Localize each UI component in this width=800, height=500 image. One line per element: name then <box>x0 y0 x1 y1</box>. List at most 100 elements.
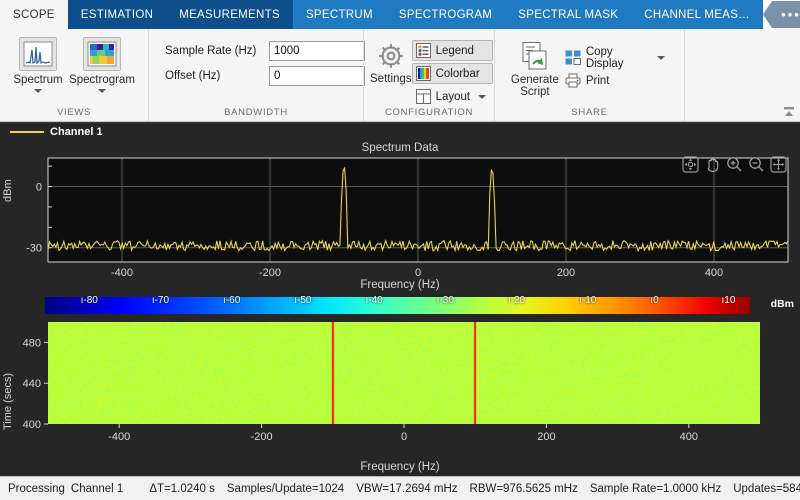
colorbar-toggle-button[interactable]: Colorbar <box>411 63 494 84</box>
colorbar-unit-label: dBm <box>770 298 794 310</box>
tab-scope[interactable]: SCOPE <box>0 0 68 29</box>
spectrum-view-label: Spectrum <box>13 74 63 86</box>
copy-display-dropdown-icon[interactable] <box>657 55 665 60</box>
status-vbw: VBW=17.2694 mHz <box>356 482 458 495</box>
tab-estimation[interactable]: ESTIMATION <box>67 0 167 29</box>
svg-text:-400: -400 <box>111 267 133 279</box>
views-buttons: Spectrum Spectrogram <box>0 32 148 107</box>
restore-view-icon[interactable] <box>768 154 788 174</box>
views-group-label: VIEWS <box>56 107 92 118</box>
spectrogram-panel: Time (secs) -400 -200 0 200 400 400 440 480 Fre… <box>0 318 800 476</box>
zoom-in-icon[interactable] <box>724 154 744 174</box>
tab-measurements-label: MEASUREMENTS <box>179 8 280 21</box>
svg-text:-200: -200 <box>259 267 281 279</box>
legend-toggle-button[interactable]: Legend <box>411 40 494 61</box>
spectrogram-view-dropdown-icon[interactable] <box>98 89 106 93</box>
colorbar-tick: ı0 <box>650 295 659 306</box>
tab-channel-measurements[interactable]: CHANNEL MEAS… <box>631 0 763 29</box>
spectrum-legend[interactable]: Channel 1 <box>0 122 800 140</box>
svg-text:480: 480 <box>23 337 41 349</box>
ribbon-group-views: Spectrum Spectrogram VIEWS <box>0 29 148 121</box>
sample-rate-input[interactable] <box>269 41 365 61</box>
legend-channel-label: Channel 1 <box>50 125 103 138</box>
layout-dropdown-icon[interactable] <box>478 94 487 99</box>
tab-spectral-mask-label: SPECTRAL MASK <box>518 8 619 21</box>
svg-text:400: 400 <box>680 431 698 443</box>
share-buttons: Generate Script Copy Display Print <box>501 35 678 98</box>
tab-spectral-mask[interactable]: SPECTRAL MASK <box>505 0 632 29</box>
ribbon-toolstrip: Spectrum Spectrogram VIEWS Sample Rate (… <box>0 29 800 122</box>
colorbar: ı-80 ı-70 ı-60 ı-50 ı-40 ı-30 ı-20 ı-10 ı0 ı10 dB… <box>0 292 800 318</box>
status-updates: Updates=584 <box>733 482 800 495</box>
spectrum-view-button[interactable]: Spectrum <box>6 35 70 93</box>
ribbon-group-bandwidth: Sample Rate (Hz) Offset (Hz) BANDWIDTH <box>148 29 365 121</box>
colorbar-tick: ı-10 <box>579 295 597 306</box>
layout-button[interactable]: Layout <box>412 86 494 107</box>
pan-hand-icon[interactable] <box>702 154 722 174</box>
tab-channel-measurements-label: CHANNEL MEAS… <box>644 8 750 21</box>
legend-icon <box>415 43 431 58</box>
spectrum-plot-panel: Spectrum Data dBm -400 -200 0 200 400 0 … <box>0 140 800 292</box>
spectrogram-view-label: Spectrogram <box>69 74 135 86</box>
copy-display-button[interactable]: Copy Display <box>561 45 672 70</box>
axes-toolbar <box>680 154 788 174</box>
spectrogram-view-button[interactable]: Spectrogram <box>69 35 135 93</box>
offset-label: Offset (Hz) <box>165 70 221 82</box>
svg-text:400: 400 <box>705 267 723 279</box>
sample-rate-row: Sample Rate (Hz) <box>165 41 365 61</box>
configuration-toggles: Legend Colorbar Layout <box>411 35 494 107</box>
copy-display-label: Copy Display <box>585 45 624 70</box>
zoom-out-icon[interactable] <box>746 154 766 174</box>
settings-button[interactable]: Settings <box>370 35 412 85</box>
status-samples-per-update: Samples/Update=1024 <box>226 482 345 495</box>
colorbar-icon <box>415 66 431 81</box>
status-bar: Processing Channel 1 ΔT=1.0240 s Samples… <box>0 476 800 500</box>
tab-spectrum[interactable]: SPECTRUM <box>292 0 386 29</box>
share-controls: Generate Script Copy Display Print <box>495 32 684 107</box>
legend-label: Legend <box>435 44 474 57</box>
print-button[interactable]: Print <box>561 70 672 91</box>
colorbar-tick: ı-20 <box>507 295 526 306</box>
spectrogram-x-axis-label: Frequency (Hz) <box>360 461 440 473</box>
generate-script-button[interactable]: Generate Script <box>509 39 561 98</box>
generate-script-icon <box>519 41 551 71</box>
ribbon-tab-bar: SCOPE ESTIMATION MEASUREMENTS SPECTRUM S… <box>0 0 800 29</box>
configuration-controls: Settings Legend Colorbar Layout <box>364 32 494 107</box>
colorbar-tick: ı-60 <box>223 295 241 306</box>
svg-text:0: 0 <box>415 267 421 279</box>
colorbar-gradient <box>45 297 750 314</box>
share-small-buttons: Copy Display Print <box>561 39 672 98</box>
svg-text:400: 400 <box>23 419 41 431</box>
status-channel: Channel 1 <box>70 482 124 495</box>
spectrum-analyzer-window: SCOPE ESTIMATION MEASUREMENTS SPECTRUM S… <box>0 0 800 500</box>
tab-overflow-button[interactable]: ••• <box>762 1 800 28</box>
colorbar-tick: ı10 <box>721 295 736 306</box>
offset-input[interactable] <box>269 66 365 86</box>
tab-measurements[interactable]: MEASUREMENTS <box>166 0 293 29</box>
spectrogram-axes: -400 -200 0 200 400 400 440 480 <box>23 337 698 443</box>
datatip-icon[interactable] <box>680 154 700 174</box>
svg-text:-400: -400 <box>108 431 130 443</box>
status-sample-rate: Sample Rate=1.0000 kHz <box>589 482 722 495</box>
bandwidth-field-list: Sample Rate (Hz) Offset (Hz) <box>155 35 373 86</box>
svg-text:0: 0 <box>36 182 42 194</box>
copy-display-icon <box>565 50 581 65</box>
status-rbw: RBW=976.5625 mHz <box>469 482 578 495</box>
tab-spectrum-label: SPECTRUM <box>305 8 373 21</box>
spectrum-y-axis-label: dBm <box>2 179 14 202</box>
settings-label: Settings <box>370 73 412 85</box>
tab-overflow-area: ••• <box>762 0 800 29</box>
spectrum-view-dropdown-icon[interactable] <box>34 89 42 93</box>
svg-text:440: 440 <box>23 378 41 390</box>
status-processing: Processing <box>8 482 65 495</box>
legend-line-icon <box>10 130 44 133</box>
tab-spectrogram[interactable]: SPECTROGRAM <box>385 0 506 29</box>
share-group-label: SHARE <box>571 107 608 118</box>
tab-scope-label: SCOPE <box>13 8 55 21</box>
ribbon-expand-icon[interactable] <box>782 105 796 119</box>
gear-icon <box>376 41 406 71</box>
colorbar-tick: ı-70 <box>151 295 170 306</box>
spectrum-icon <box>19 37 57 71</box>
svg-text:200: 200 <box>537 431 555 443</box>
status-delta-t: ΔT=1.0240 s <box>149 482 215 495</box>
